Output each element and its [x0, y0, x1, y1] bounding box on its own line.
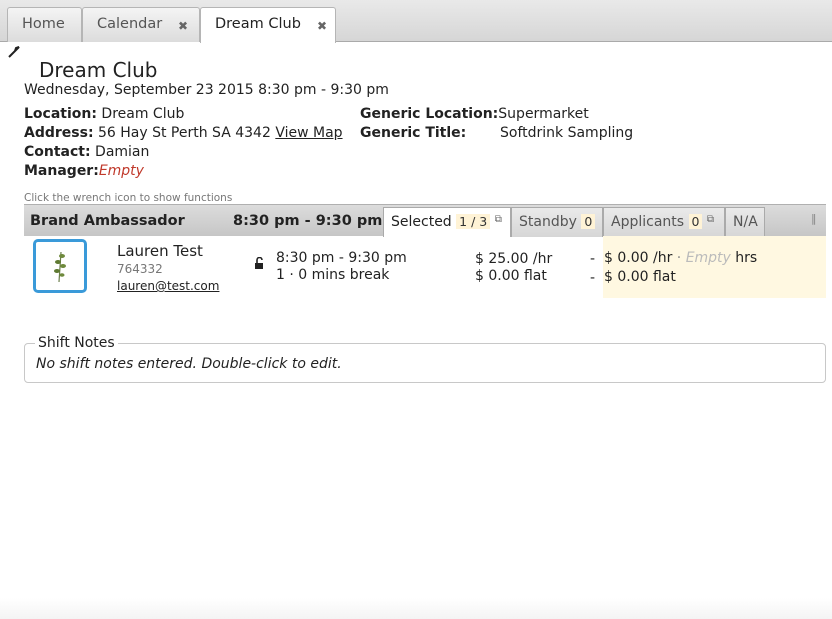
wrench-icon[interactable] [8, 46, 20, 61]
role-title: Brand Ambassador [30, 213, 185, 229]
manager-label: Manager: [24, 163, 99, 179]
shift-break: 1 · 0 mins break [276, 267, 390, 283]
location-row: Location: Dream Club [24, 106, 184, 122]
tab-dream-club-label: Dream Club [215, 16, 301, 32]
tab-standby[interactable]: Standby 0 [511, 207, 603, 237]
rate-hourly: $ 25.00 /hr [475, 251, 553, 267]
applicants-count: 0 [688, 214, 703, 229]
staff-id: 764332 [117, 262, 163, 276]
generic-title-value: Softdrink Sampling [500, 125, 634, 141]
contact-row: Contact: Damian [24, 144, 149, 160]
pay-highlight-area [603, 236, 826, 298]
generic-location-label: Generic Location: [360, 106, 499, 122]
dash: - [590, 270, 596, 286]
tab-home[interactable]: Home [7, 7, 82, 42]
tab-applicants[interactable]: Applicants 0 ⧉ [603, 207, 725, 237]
pay-hourly-row: $ 0.00 /hr · Empty hrs [604, 250, 757, 266]
external-link-icon[interactable]: ⧉ [707, 214, 714, 225]
address-label: Address: [24, 125, 94, 141]
tab-applicants-label: Applicants [611, 214, 685, 230]
manager-row: Manager:Empty [24, 163, 144, 179]
location-value: Dream Club [101, 106, 185, 122]
wrench-hint: Click the wrench icon to show functions [24, 192, 233, 204]
location-label: Location: [24, 106, 97, 122]
page-title: Dream Club [39, 58, 158, 82]
selected-count: 1 / 3 [456, 214, 491, 229]
close-icon[interactable]: ✖ [178, 19, 188, 33]
pay-flat[interactable]: $ 0.00 flat [604, 269, 676, 285]
pay-hourly[interactable]: $ 0.00 /hr [604, 250, 672, 266]
generic-location-value: Supermarket [498, 106, 589, 122]
pay-hours-unit: hrs [735, 250, 758, 266]
standby-count: 0 [581, 214, 596, 229]
tab-selected[interactable]: Selected 1 / 3 ⧉ [383, 207, 511, 237]
shift-time: 8:30 pm - 9:30 pm [276, 250, 407, 266]
shift-notes[interactable]: Shift Notes No shift notes entered. Doub… [24, 335, 826, 383]
view-map-link[interactable]: View Map [275, 125, 342, 141]
shift-notes-text[interactable]: No shift notes entered. Double-click to … [36, 356, 342, 372]
avatar[interactable] [33, 239, 87, 293]
dash: - [590, 251, 596, 267]
rate-flat: $ 0.00 flat [475, 268, 547, 284]
unlock-icon[interactable] [254, 256, 265, 274]
tab-calendar[interactable]: Calendar ✖ [82, 7, 200, 42]
close-icon[interactable]: ✖ [317, 19, 327, 33]
address-value: 56 Hay St Perth SA 4342 [98, 125, 271, 141]
generic-title-label-wrap: Generic Title: [360, 125, 466, 141]
generic-location-row: Generic Location:Supermarket [360, 106, 589, 122]
tab-bar: Home Calendar ✖ Dream Club ✖ [0, 0, 832, 43]
contact-value: Damian [95, 144, 150, 160]
tab-standby-label: Standby [519, 214, 577, 230]
role-time: 8:30 pm - 9:30 pm [233, 213, 383, 229]
address-row: Address: 56 Hay St Perth SA 4342 View Ma… [24, 125, 343, 141]
generic-title-label: Generic Title: [360, 125, 467, 141]
role-bar: Brand Ambassador 8:30 pm - 9:30 pm Selec… [24, 204, 826, 237]
manager-value[interactable]: Empty [99, 163, 144, 179]
external-link-icon[interactable]: ⧉ [495, 214, 502, 225]
shift-notes-legend: Shift Notes [35, 335, 118, 351]
bottom-edge [0, 598, 832, 619]
tab-na[interactable]: N/A [725, 207, 765, 237]
pay-separator: · [676, 250, 682, 266]
tab-na-label: N/A [733, 214, 758, 230]
plant-icon [54, 251, 66, 283]
pay-hours-input[interactable]: Empty [686, 250, 731, 266]
grip-icon[interactable]: ‖ [811, 212, 817, 225]
contact-label: Contact: [24, 144, 91, 160]
staff-email-link[interactable]: lauren@test.com [117, 279, 219, 293]
tab-calendar-label: Calendar [97, 16, 163, 32]
tab-dream-club[interactable]: Dream Club ✖ [200, 7, 336, 43]
tab-home-label: Home [22, 16, 65, 32]
tab-selected-label: Selected [391, 214, 452, 230]
event-datetime: Wednesday, September 23 2015 8:30 pm - 9… [24, 82, 389, 98]
staff-name: Lauren Test [117, 242, 203, 260]
